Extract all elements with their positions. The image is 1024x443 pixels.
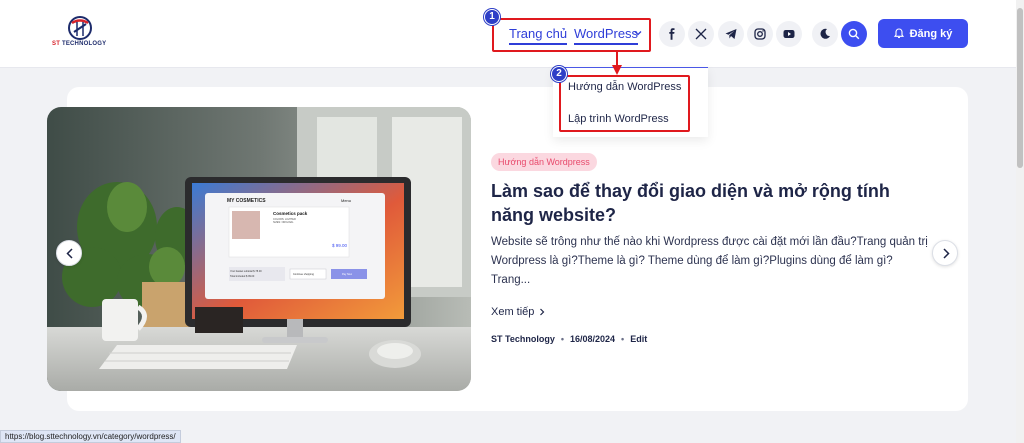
post-thumbnail[interactable]: MY COSMETICS Menu Cosmetics pack COLORS:…: [47, 107, 471, 391]
hero-brand: MY COSMETICS: [227, 198, 266, 204]
post-edit-link[interactable]: Edit: [630, 334, 647, 344]
x-button[interactable]: [688, 21, 714, 47]
slider-prev-button[interactable]: [56, 240, 82, 266]
status-bar-url: https://blog.sttechnology.vn/category/wo…: [0, 430, 181, 443]
youtube-icon: [783, 30, 795, 38]
page-scrollbar[interactable]: [1016, 0, 1024, 443]
hero-product: Cosmetics pack: [273, 211, 308, 216]
hero-continue: Continue shopping: [293, 273, 314, 276]
chevron-right-icon: [943, 248, 950, 259]
meta-separator: •: [560, 334, 564, 344]
hero-pay: Pay Now: [342, 273, 352, 276]
hero-illustration: MY COSMETICS Menu Cosmetics pack COLORS:…: [47, 107, 471, 391]
annotation-badge-2: 2: [551, 66, 567, 82]
read-more-label: Xem tiếp: [491, 306, 535, 318]
post-date: 16/08/2024: [570, 334, 616, 344]
scrollbar-thumb[interactable]: [1017, 8, 1023, 168]
read-more-link[interactable]: Xem tiếp: [491, 306, 545, 318]
x-icon: [695, 28, 707, 40]
telegram-button[interactable]: [718, 21, 744, 47]
search-icon: [848, 28, 860, 40]
search-button[interactable]: [841, 21, 867, 47]
facebook-button[interactable]: [659, 21, 685, 47]
hero-menu: Menu: [341, 198, 351, 203]
highlight-box-dropdown: [559, 75, 690, 132]
chevron-right-icon: [540, 308, 545, 316]
bell-icon: [893, 28, 904, 39]
instagram-icon: [754, 28, 766, 40]
telegram-icon: [725, 29, 737, 39]
slider-next-button[interactable]: [932, 240, 958, 266]
chevron-left-icon: [66, 248, 73, 259]
moon-icon: [820, 28, 830, 39]
hero-subtotal: Your basket subtotal $ 78.00: [230, 270, 262, 273]
annotation-arrow-icon: [612, 51, 622, 75]
hero-total: Total included $ 99.00: [230, 275, 255, 278]
instagram-button[interactable]: [747, 21, 773, 47]
highlight-box-nav: [492, 18, 651, 52]
hero-price: $ 99.00: [332, 243, 348, 248]
meta-separator: •: [621, 334, 625, 344]
post-title[interactable]: Làm sao để thay đổi giao diện và mở rộng…: [491, 179, 931, 227]
post-excerpt: Website sẽ trông như thế nào khi Wordpre…: [491, 236, 928, 286]
facebook-icon: [669, 28, 675, 40]
youtube-button[interactable]: [776, 21, 802, 47]
annotation-badge-1: 1: [484, 9, 500, 25]
post-author[interactable]: ST Technology: [491, 334, 555, 344]
post-meta: ST Technology • 16/08/2024 • Edit: [491, 334, 647, 344]
hero-product-sub2: SIZES: ORIGINAL: [273, 221, 294, 224]
signup-button[interactable]: Đăng ký: [878, 19, 968, 48]
dark-mode-toggle[interactable]: [812, 21, 838, 47]
logo-text: ST TECHNOLOGY: [52, 41, 107, 47]
signup-label: Đăng ký: [909, 27, 953, 40]
category-tag[interactable]: Hướng dẫn Wordpress: [491, 153, 597, 171]
logo-icon[interactable]: [50, 14, 110, 54]
